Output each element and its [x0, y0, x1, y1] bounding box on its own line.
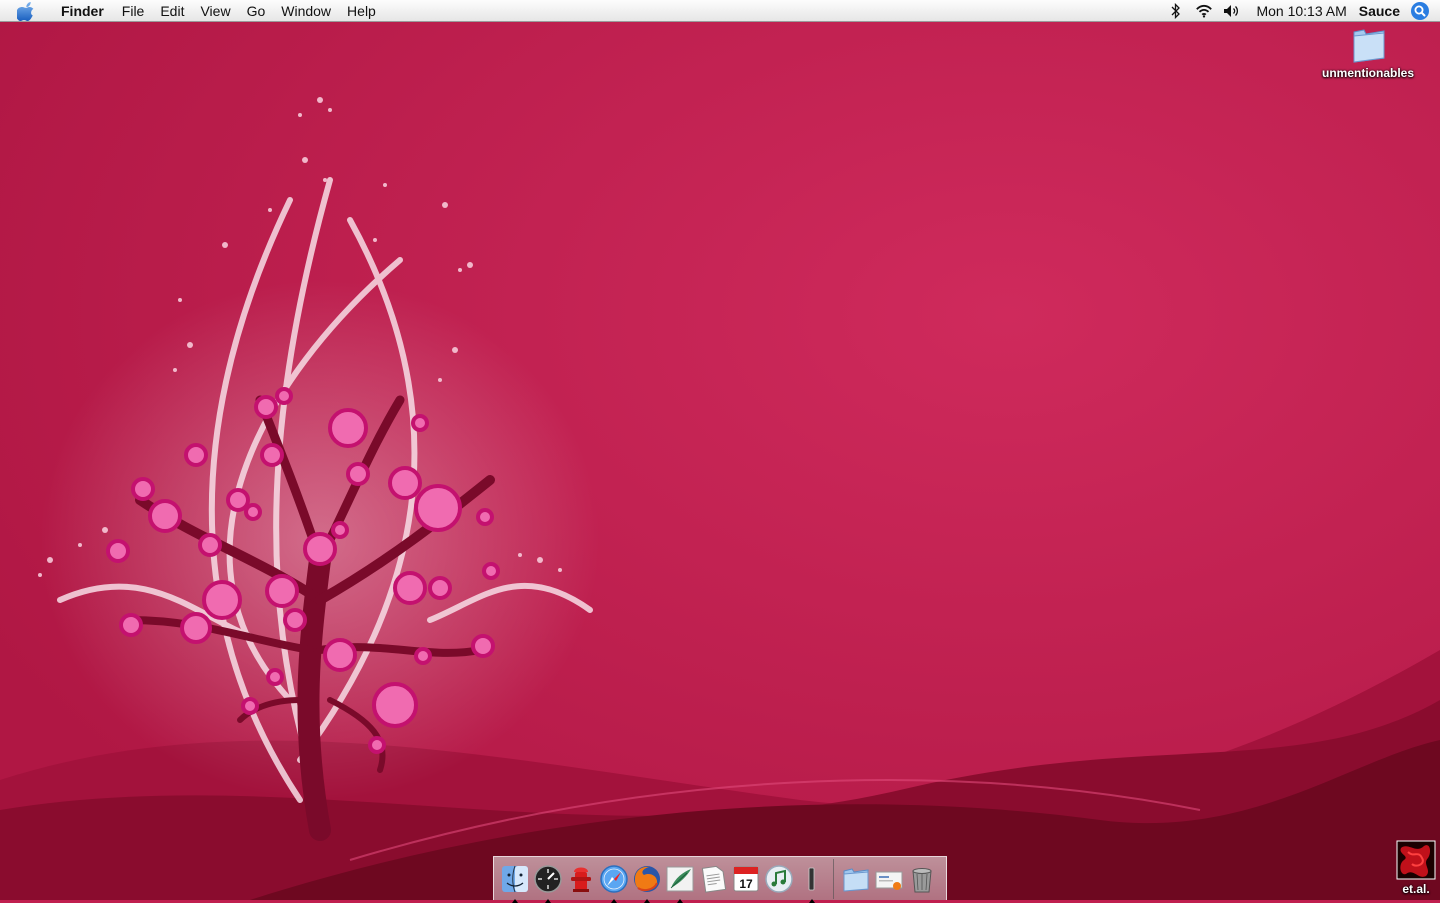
dock-terminal[interactable]	[796, 863, 828, 903]
running-indicator	[643, 898, 650, 903]
dock-folder-stack[interactable]	[840, 863, 872, 895]
trash-icon	[911, 867, 932, 892]
menubar-clock[interactable]: Mon 10:13 AM	[1246, 3, 1354, 19]
fast-user-switch[interactable]: Sauce	[1355, 3, 1410, 19]
menu-go[interactable]: Go	[239, 0, 274, 22]
terminal-icon	[808, 867, 814, 890]
menu-view[interactable]: View	[192, 0, 238, 22]
running-indicator	[610, 898, 617, 903]
desktop-wallpaper	[0, 0, 1440, 900]
dock: 17	[493, 856, 947, 903]
volume-icon[interactable]	[1223, 2, 1241, 20]
dock-itunes[interactable]	[763, 863, 795, 895]
dock-hydrant-app[interactable]	[565, 863, 597, 895]
spotlight-icon[interactable]	[1410, 1, 1430, 21]
mail-envelope-icon	[875, 871, 902, 890]
menu-help[interactable]: Help	[339, 0, 384, 22]
dock-firefox[interactable]	[631, 863, 663, 903]
text-document-icon	[701, 865, 726, 893]
dock-mail-document[interactable]	[873, 863, 905, 895]
menu-window[interactable]: Window	[273, 0, 339, 22]
desktop-icon-et-al[interactable]: et.al.	[1396, 840, 1436, 896]
running-indicator	[808, 898, 815, 903]
mail-feather-icon	[666, 866, 693, 891]
menu-file[interactable]: File	[114, 0, 153, 22]
dock-text-editor[interactable]	[697, 863, 729, 895]
fire-hydrant-icon	[570, 867, 591, 892]
ical-date: 17	[739, 877, 753, 891]
dock-mail-writer[interactable]	[664, 863, 696, 903]
dock-finder[interactable]	[499, 863, 531, 903]
running-indicator	[544, 898, 551, 903]
safari-icon	[599, 864, 628, 893]
dock-safari[interactable]	[598, 863, 630, 903]
itunes-icon	[764, 864, 793, 893]
menu-bar: Finder File Edit View Go Window Help Mon…	[0, 0, 1440, 22]
firefox-icon	[633, 865, 660, 892]
finder-icon	[501, 865, 528, 892]
dashboard-icon	[533, 864, 562, 893]
folder-icon	[1353, 29, 1385, 63]
dock-trash[interactable]	[906, 863, 938, 895]
running-indicator	[511, 898, 518, 903]
menu-app-finder[interactable]: Finder	[53, 0, 112, 22]
apple-menu-icon[interactable]	[17, 1, 37, 21]
desktop-icon-label: unmentionables	[1322, 66, 1415, 80]
dock-ical[interactable]: 17	[730, 863, 762, 895]
dock-dashboard[interactable]	[532, 863, 564, 903]
folder-icon	[843, 867, 868, 892]
desktop-icon-label: et.al.	[1402, 882, 1430, 896]
running-indicator	[676, 898, 683, 903]
bluetooth-icon[interactable]	[1167, 2, 1185, 20]
ical-icon: 17	[733, 866, 758, 891]
menu-edit[interactable]: Edit	[152, 0, 192, 22]
dock-separator	[833, 858, 834, 899]
wifi-icon[interactable]	[1195, 2, 1213, 20]
desktop-icon-unmentionables[interactable]: unmentionables	[1322, 26, 1414, 80]
image-file-icon	[1396, 840, 1436, 880]
